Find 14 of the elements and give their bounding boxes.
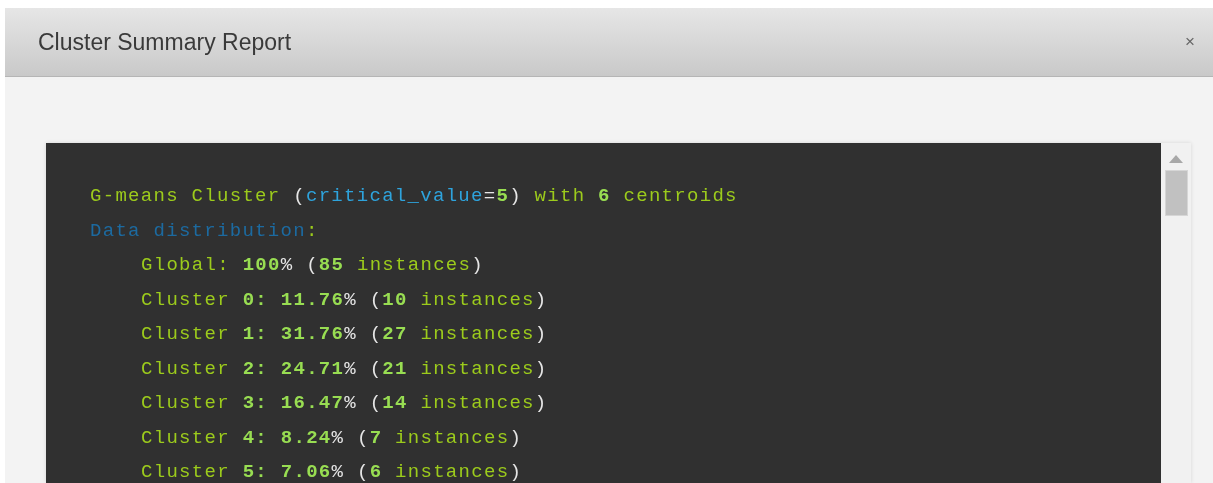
code-line: Cluster 2: 24.71% (21 instances)	[141, 356, 549, 382]
code-line: Cluster 0: 11.76% (10 instances)	[141, 287, 549, 313]
dialog-title: Cluster Summary Report	[38, 28, 292, 56]
code-line: Global: 100% (85 instances)	[141, 253, 485, 278]
close-button[interactable]: ×	[1185, 32, 1195, 52]
scroll-up-arrow-icon[interactable]	[1169, 155, 1183, 163]
scrollbar[interactable]	[1161, 143, 1191, 483]
code-line: Data distribution:	[90, 218, 320, 244]
code-line: Cluster 4: 8.24% (7 instances)	[141, 425, 524, 451]
code-line: Cluster 5: 7.06% (6 instances)	[141, 460, 524, 483]
scrollbar-thumb[interactable]	[1164, 170, 1188, 216]
code-line: Cluster 1: 31.76% (27 instances)	[141, 322, 549, 347]
code-line: Cluster 3: 16.47% (14 instances)	[141, 391, 549, 416]
code-line: G-means Cluster (critical_value=5) with 6 centroids	[90, 184, 739, 209]
